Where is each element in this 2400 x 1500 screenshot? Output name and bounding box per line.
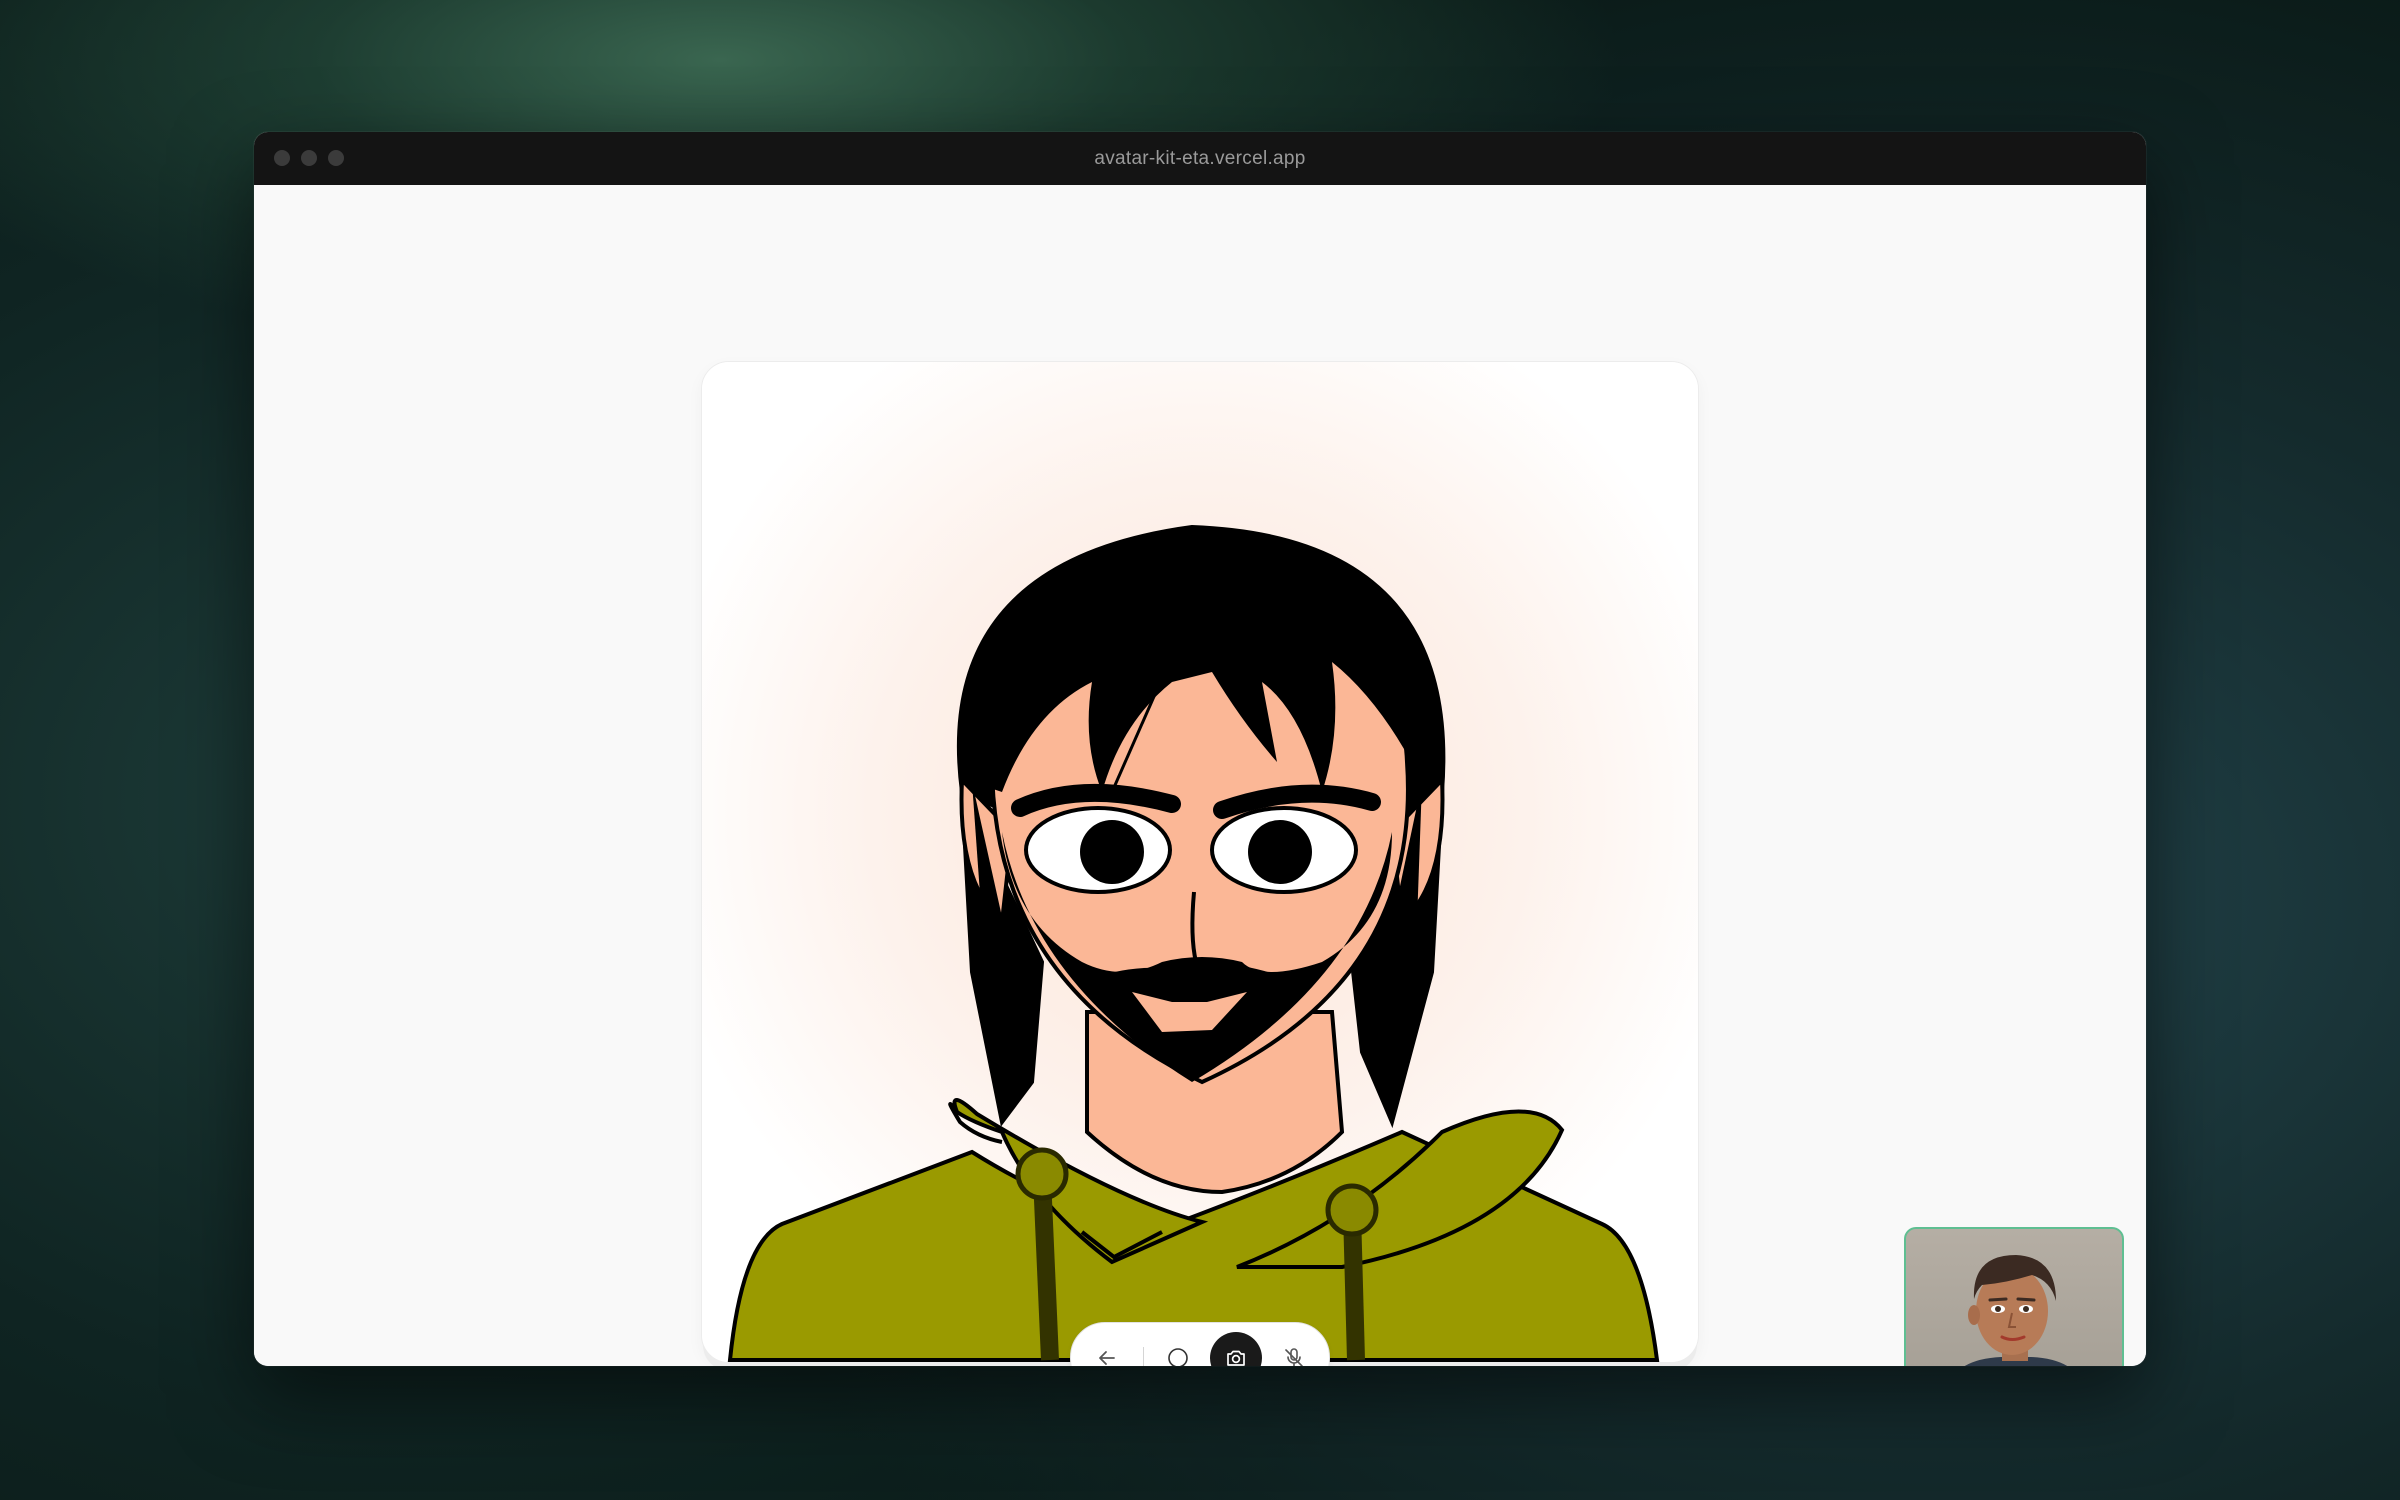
window-controls	[274, 150, 344, 166]
camera-icon	[1227, 1350, 1245, 1366]
mic-off-icon	[1285, 1348, 1303, 1366]
page-content	[254, 185, 2146, 1366]
cartoon-avatar	[702, 362, 1698, 1362]
arrow-left-icon	[1099, 1351, 1115, 1365]
avatar-stage	[701, 361, 1699, 1363]
minimize-window-button[interactable]	[301, 150, 317, 166]
self-view-video[interactable]	[1904, 1227, 2124, 1366]
pupil-right	[1248, 820, 1312, 884]
back-button[interactable]	[1081, 1332, 1133, 1366]
mic-button[interactable]	[1268, 1332, 1320, 1366]
browser-window: avatar-kit-eta.vercel.app	[254, 132, 2146, 1366]
title-bar: avatar-kit-eta.vercel.app	[254, 132, 2146, 185]
close-window-button[interactable]	[274, 150, 290, 166]
maximize-window-button[interactable]	[328, 150, 344, 166]
circle-icon	[1168, 1348, 1188, 1366]
call-controls-bar	[1070, 1322, 1330, 1366]
controls-divider	[1143, 1347, 1144, 1366]
record-button[interactable]	[1152, 1332, 1204, 1366]
address-bar-url: avatar-kit-eta.vercel.app	[1094, 147, 1306, 169]
camera-button[interactable]	[1210, 1332, 1262, 1366]
user-3d-avatar	[1965, 1255, 2067, 1366]
pupil-left	[1080, 820, 1144, 884]
